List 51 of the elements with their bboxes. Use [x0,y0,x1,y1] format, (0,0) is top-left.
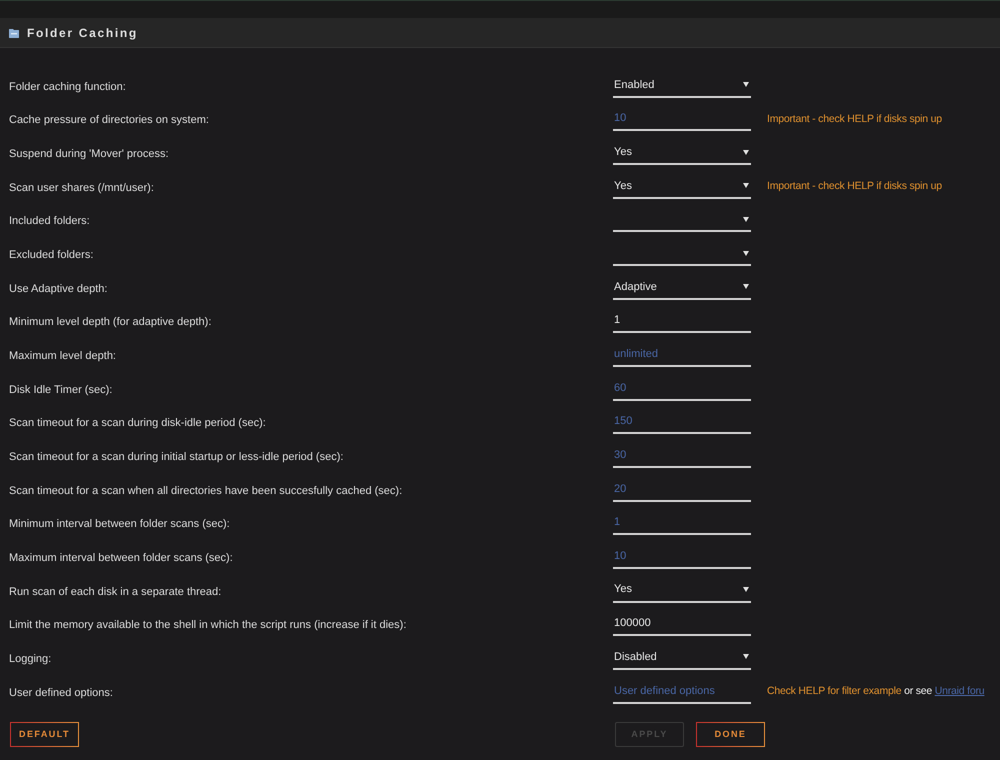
dropdown[interactable]: Disabled [613,646,751,670]
setting-label: Scan timeout for a scan during disk-idle period (sec): [9,417,266,430]
action-button[interactable]: DONE [696,722,765,748]
dropdown[interactable]: Yes [613,141,751,166]
text-field[interactable]: 1 [613,511,751,536]
folder-icon [9,28,19,38]
setting-label: Scan user shares (/mnt/user): [9,182,154,194]
section-title: Folder Caching [27,24,138,42]
help-note: Important - check HELP if disks spin up [767,178,942,194]
text-field[interactable]: unlimited [613,343,751,368]
setting-label: Scan timeout for a scan when all directories have been succesfully cached (sec): [9,484,402,497]
caret-icon [743,587,749,592]
caret-icon [743,250,749,256]
setting-label: Excluded folders: [9,249,94,262]
setting-label: Minimum level depth (for adaptive depth): [9,316,212,328]
help-note: Check HELP for filter example or see Unraid foru [767,684,984,699]
caret-icon [743,183,749,188]
setting-label: Disk Idle Timer (sec): [9,384,112,396]
setting-label: Limit the memory available to the shell in which the script runs (increase if it dies): [9,619,406,632]
text-field[interactable]: 20 [613,478,751,502]
caret-icon [743,284,749,290]
text-field[interactable]: User defined options [613,680,751,704]
dropdown[interactable]: Yes [613,174,751,199]
setting-label: User defined options: [9,686,113,699]
dropdown[interactable]: Yes [613,578,751,603]
setting-label: Use Adaptive depth: [9,282,108,295]
dropdown[interactable]: Adaptive [613,276,751,300]
text-field[interactable]: 100000 [613,612,751,636]
caret-icon [743,150,749,155]
setting-label: Scan timeout for a scan during initial startup or less-idle period (sec): [9,451,344,464]
caret-icon [743,82,749,88]
text-field[interactable]: 1 [613,309,751,334]
text-field[interactable]: 60 [613,376,751,401]
setting-label: Logging: [9,652,52,665]
setting-label: Suspend during 'Mover' process: [9,148,169,160]
text-field[interactable]: 150 [613,410,751,434]
setting-label: Cache pressure of directories on system: [9,114,209,126]
caret-icon [743,654,749,660]
caret-icon [743,216,749,222]
help-note: Important - check HELP if disks spin up [767,112,942,127]
setting-label: Maximum level depth: [9,350,116,362]
text-field[interactable]: 10 [613,107,751,132]
setting-label: Folder caching function: [9,80,126,93]
setting-label: Minimum interval between folder scans (sec): [9,518,230,530]
setting-label: Run scan of each disk in a separate thread: [9,586,222,598]
text-field[interactable]: 10 [613,545,751,570]
action-button[interactable]: DEFAULT [10,722,79,748]
dropdown[interactable]: Enabled [613,74,751,98]
setting-label: Included folders: [9,215,90,228]
text-field[interactable]: 30 [613,444,751,468]
setting-label: Maximum interval between folder scans (sec): [9,552,233,564]
